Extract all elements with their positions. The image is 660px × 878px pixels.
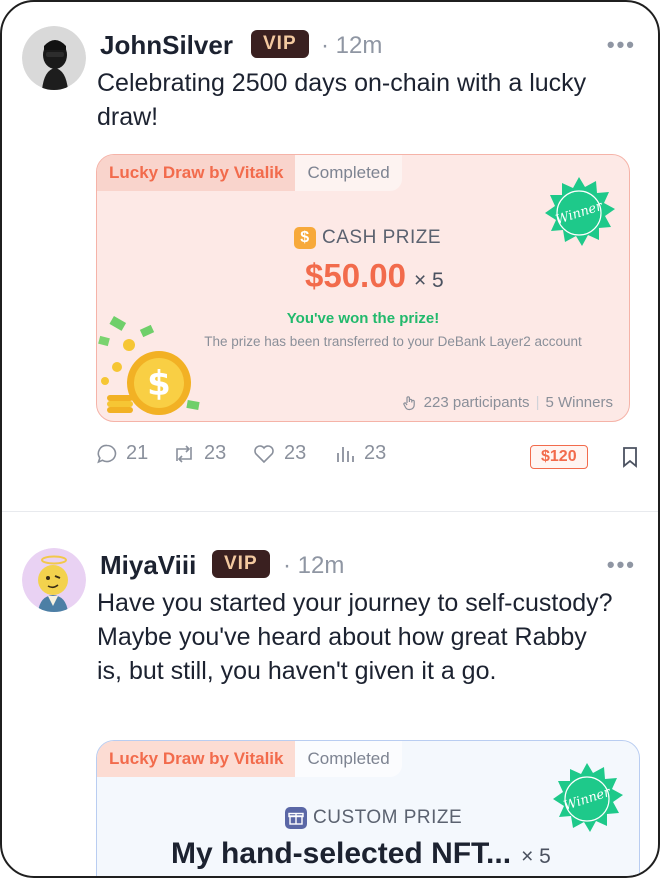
participants-count: 223 participants — [423, 394, 530, 411]
avatar[interactable] — [22, 548, 86, 612]
feed-post[interactable]: JohnSilver VIP · 12m ••• Celebrating 250… — [2, 2, 658, 510]
like-count: 23 — [284, 442, 307, 464]
tip-price-badge[interactable]: $120 — [530, 445, 588, 469]
post-actions: 21 23 23 23 $120 — [96, 442, 646, 472]
repost-button[interactable]: 23 — [172, 442, 226, 465]
views-count: 23 — [364, 442, 387, 464]
views-chart-icon — [337, 446, 354, 462]
card-header: Lucky Draw by Vitalik Completed — [97, 741, 402, 777]
separator: | — [535, 394, 540, 411]
repost-icon — [176, 444, 192, 463]
prize-type: $ CASH PRIZE — [294, 227, 441, 249]
prize-title: My hand-selected NFT... × 5 — [171, 837, 551, 871]
coins-illustration-icon: $ — [98, 316, 200, 415]
prize-type: CUSTOM PRIZE — [285, 807, 462, 829]
post-time: · 12m — [283, 552, 345, 579]
draw-status: Completed — [295, 741, 402, 777]
prize-type-label: CASH PRIZE — [322, 227, 442, 248]
like-button[interactable]: 23 — [252, 442, 306, 465]
phone-frame: JohnSilver VIP · 12m ••• Celebrating 250… — [0, 0, 660, 878]
prize-value: $50.00 — [305, 257, 406, 294]
lucky-draw-tag[interactable]: Lucky Draw by Vitalik — [97, 741, 296, 777]
svg-text:$: $ — [147, 364, 171, 404]
lucky-draw-card[interactable]: Lucky Draw by Vitalik Completed Winner $… — [96, 154, 630, 422]
winner-badge-icon: Winner — [545, 177, 615, 246]
heart-icon — [254, 444, 274, 463]
lucky-draw-tag[interactable]: Lucky Draw by Vitalik — [97, 155, 296, 191]
bookmark-icon[interactable] — [620, 446, 640, 468]
gift-icon — [285, 807, 307, 829]
prize-multiplier: × 5 — [521, 845, 551, 868]
more-options-icon[interactable]: ••• — [607, 32, 636, 58]
winner-badge-icon: Winner — [553, 763, 623, 832]
more-options-icon[interactable]: ••• — [607, 552, 636, 578]
prize-title-text: My hand-selected NFT... — [171, 837, 512, 870]
views-button[interactable]: 23 — [334, 442, 386, 465]
repost-count: 23 — [204, 442, 227, 464]
card-header: Lucky Draw by Vitalik Completed — [97, 155, 402, 191]
post-time: · 12m — [321, 32, 383, 59]
hand-icon — [402, 395, 415, 410]
prize-amount: $50.00 × 5 — [305, 257, 444, 295]
comment-icon — [97, 444, 117, 463]
prize-multiplier: × 5 — [413, 269, 444, 292]
author-name[interactable]: MiyaViii — [100, 550, 196, 581]
participants-info: 223 participants | 5 Winners — [402, 394, 613, 411]
vip-badge: VIP — [251, 30, 309, 58]
post-text: Celebrating 2500 days on-chain with a lu… — [97, 69, 587, 131]
winners-count: 5 Winners — [545, 394, 613, 411]
author-name[interactable]: JohnSilver — [100, 30, 233, 61]
comment-count: 21 — [126, 442, 149, 464]
lucky-draw-card[interactable]: Lucky Draw by Vitalik Completed Winner C… — [96, 740, 640, 876]
prize-type-label: CUSTOM PRIZE — [313, 807, 463, 828]
vip-badge: VIP — [212, 550, 270, 578]
avatar[interactable] — [22, 26, 86, 90]
dollar-icon: $ — [294, 227, 316, 249]
draw-status: Completed — [295, 155, 402, 191]
comment-button[interactable]: 21 — [96, 442, 148, 465]
post-text: Have you started your journey to self-cu… — [97, 589, 613, 685]
